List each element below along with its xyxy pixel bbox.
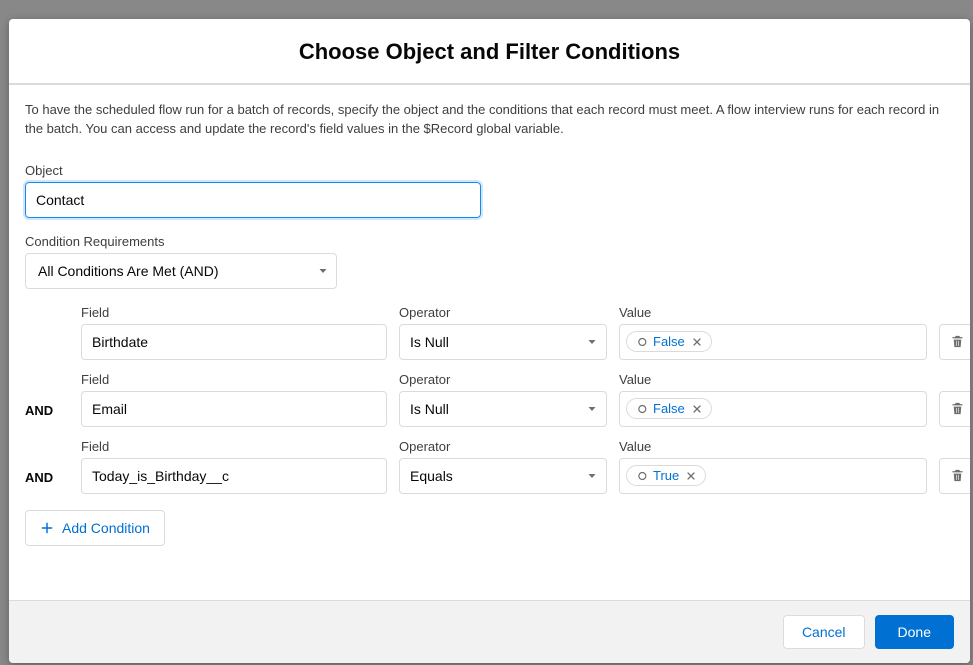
condition-row: Field Operator Is Null Value: [25, 305, 954, 360]
logic-prefix: [25, 351, 69, 360]
object-field-block: Object: [25, 163, 954, 218]
modal-footer: Cancel Done: [9, 600, 970, 663]
modal-body: To have the scheduled flow run for a bat…: [9, 85, 970, 600]
field-label: Field: [81, 372, 387, 387]
modal-title: Choose Object and Filter Conditions: [9, 39, 970, 65]
trash-icon: [950, 401, 965, 416]
field-input[interactable]: [81, 324, 387, 360]
value-label: Value: [619, 305, 927, 320]
requirements-label: Condition Requirements: [25, 234, 954, 249]
globals-icon: [633, 402, 647, 416]
requirements-select[interactable]: All Conditions Are Met (AND): [25, 253, 337, 289]
globals-icon: [633, 335, 647, 349]
cancel-button[interactable]: Cancel: [783, 615, 865, 649]
object-label: Object: [25, 163, 954, 178]
chevron-down-icon: [586, 403, 598, 415]
add-condition-label: Add Condition: [62, 520, 150, 536]
logic-prefix: AND: [25, 470, 69, 494]
requirements-field-block: Condition Requirements All Conditions Ar…: [25, 234, 954, 289]
chevron-down-icon: [586, 470, 598, 482]
done-button[interactable]: Done: [875, 615, 954, 649]
object-input[interactable]: [25, 182, 481, 218]
operator-value: Is Null: [410, 334, 449, 350]
value-pill: False: [626, 331, 712, 352]
conditions-list: Field Operator Is Null Value: [25, 305, 954, 546]
modal-header: Choose Object and Filter Conditions: [9, 19, 970, 85]
plus-icon: [40, 521, 54, 535]
operator-select[interactable]: Equals: [399, 458, 607, 494]
operator-label: Operator: [399, 439, 607, 454]
add-condition-button[interactable]: Add Condition: [25, 510, 165, 546]
value-pill: True: [626, 465, 706, 486]
operator-select[interactable]: Is Null: [399, 391, 607, 427]
value-text: True: [653, 468, 679, 483]
remove-pill-icon[interactable]: [691, 403, 703, 415]
field-label: Field: [81, 439, 387, 454]
remove-pill-icon[interactable]: [691, 336, 703, 348]
value-label: Value: [619, 439, 927, 454]
value-input[interactable]: False: [619, 324, 927, 360]
remove-pill-icon[interactable]: [685, 470, 697, 482]
operator-value: Equals: [410, 468, 453, 484]
value-input[interactable]: True: [619, 458, 927, 494]
field-input[interactable]: [81, 458, 387, 494]
condition-row: AND Field Operator Equals: [25, 439, 954, 494]
chevron-down-icon: [586, 336, 598, 348]
value-pill: False: [626, 398, 712, 419]
operator-label: Operator: [399, 305, 607, 320]
trash-icon: [950, 468, 965, 483]
description-text: To have the scheduled flow run for a bat…: [25, 101, 954, 139]
done-label: Done: [898, 624, 931, 640]
value-text: False: [653, 401, 685, 416]
globals-icon: [633, 469, 647, 483]
condition-row: AND Field Operator Is Null: [25, 372, 954, 427]
logic-prefix: AND: [25, 403, 69, 427]
delete-condition-button[interactable]: [939, 391, 970, 427]
value-label: Value: [619, 372, 927, 387]
operator-label: Operator: [399, 372, 607, 387]
field-label: Field: [81, 305, 387, 320]
requirements-value: All Conditions Are Met (AND): [38, 263, 219, 279]
operator-select[interactable]: Is Null: [399, 324, 607, 360]
delete-condition-button[interactable]: [939, 458, 970, 494]
value-text: False: [653, 334, 685, 349]
delete-condition-button[interactable]: [939, 324, 970, 360]
trash-icon: [950, 334, 965, 349]
cancel-label: Cancel: [802, 624, 846, 640]
field-input[interactable]: [81, 391, 387, 427]
modal-dialog: Choose Object and Filter Conditions To h…: [9, 19, 970, 663]
value-input[interactable]: False: [619, 391, 927, 427]
operator-value: Is Null: [410, 401, 449, 417]
